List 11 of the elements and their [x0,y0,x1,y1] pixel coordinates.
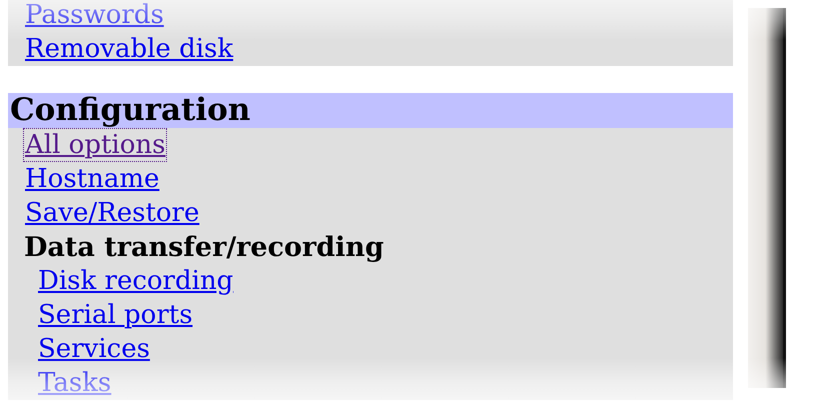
nav-link[interactable]: Services [37,332,151,366]
nav-link[interactable]: All options [24,128,166,162]
nav-link[interactable]: Hostname [24,162,160,196]
section-header: Configuration [8,93,733,128]
nav-link[interactable]: Passwords [24,0,165,32]
nav-link[interactable]: Save/Restore [24,196,200,230]
nav-link[interactable]: Serial ports [37,298,194,332]
nav-link[interactable]: Disk recording [37,264,234,298]
subsection-heading: Data transfer/recording [24,234,384,260]
nav-link[interactable]: Removable disk [24,32,234,66]
scrollbar[interactable] [748,8,786,388]
